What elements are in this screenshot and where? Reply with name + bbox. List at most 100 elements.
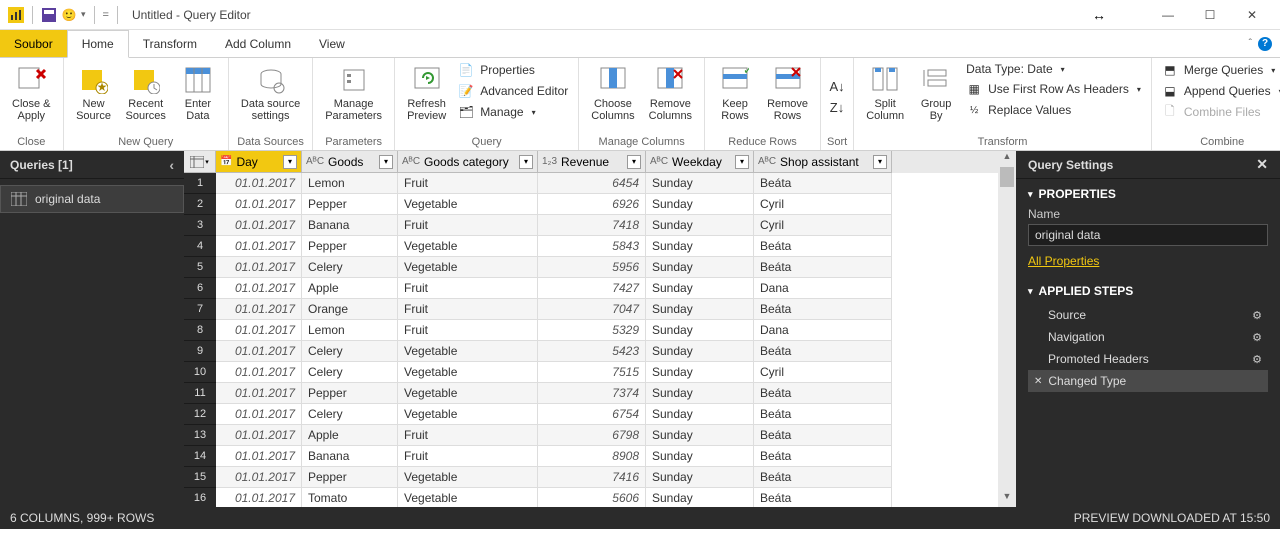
close-window-button[interactable]: ✕ — [1232, 1, 1272, 29]
cell[interactable]: Celery — [302, 404, 398, 425]
row-number[interactable]: 11 — [184, 383, 216, 404]
cell[interactable]: 01.01.2017 — [216, 320, 302, 341]
cell[interactable]: 01.01.2017 — [216, 362, 302, 383]
first-row-headers-button[interactable]: ▦Use First Row As Headers▾ — [962, 79, 1145, 99]
row-number[interactable]: 5 — [184, 257, 216, 278]
table-row[interactable]: 1401.01.2017BananaFruit8908SundayBeáta — [184, 446, 998, 467]
cell[interactable]: Sunday — [646, 278, 754, 299]
table-row[interactable]: 501.01.2017CeleryVegetable5956SundayBeát… — [184, 257, 998, 278]
remove-rows-button[interactable]: Remove Rows — [761, 60, 814, 134]
cell[interactable]: 01.01.2017 — [216, 278, 302, 299]
applied-step[interactable]: Promoted Headers⚙ — [1028, 348, 1268, 370]
ribbon-toggle-icon[interactable]: ˆ — [1249, 38, 1252, 49]
column-header-revenue[interactable]: 1₂3Revenue▾ — [538, 151, 646, 173]
cell[interactable]: 5956 — [538, 257, 646, 278]
properties-section-title[interactable]: ▾PROPERTIES — [1028, 187, 1268, 201]
cell[interactable]: 01.01.2017 — [216, 488, 302, 507]
cell[interactable]: Vegetable — [398, 488, 538, 507]
cell[interactable]: Sunday — [646, 215, 754, 236]
cell[interactable]: 01.01.2017 — [216, 446, 302, 467]
cell[interactable]: Beáta — [754, 257, 892, 278]
cell[interactable]: 01.01.2017 — [216, 341, 302, 362]
row-number[interactable]: 2 — [184, 194, 216, 215]
query-name-input[interactable] — [1028, 224, 1268, 246]
cell[interactable]: Banana — [302, 215, 398, 236]
cell[interactable]: Dana — [754, 320, 892, 341]
enter-data-button[interactable]: Enter Data — [174, 60, 222, 134]
row-number[interactable]: 15 — [184, 467, 216, 488]
cell[interactable]: Fruit — [398, 299, 538, 320]
cell[interactable]: Sunday — [646, 341, 754, 362]
table-row[interactable]: 1001.01.2017CeleryVegetable7515SundayCyr… — [184, 362, 998, 383]
cell[interactable]: 8908 — [538, 446, 646, 467]
cell[interactable]: Beáta — [754, 425, 892, 446]
collapse-queries-icon[interactable]: ‹ — [169, 157, 174, 173]
column-header-goods[interactable]: AᴮCGoods▾ — [302, 151, 398, 173]
cell[interactable]: 6754 — [538, 404, 646, 425]
table-row[interactable]: 801.01.2017LemonFruit5329SundayDana — [184, 320, 998, 341]
cell[interactable]: Apple — [302, 425, 398, 446]
gear-icon[interactable]: ⚙ — [1252, 331, 1262, 344]
cell[interactable]: Sunday — [646, 194, 754, 215]
table-row[interactable]: 1201.01.2017CeleryVegetable6754SundayBeá… — [184, 404, 998, 425]
cell[interactable]: 5329 — [538, 320, 646, 341]
cell[interactable]: Celery — [302, 257, 398, 278]
cell[interactable]: 5606 — [538, 488, 646, 507]
cell[interactable]: Vegetable — [398, 383, 538, 404]
cell[interactable]: Beáta — [754, 446, 892, 467]
menu-home[interactable]: Home — [67, 30, 129, 58]
table-row[interactable]: 1501.01.2017PepperVegetable7416SundayBeá… — [184, 467, 998, 488]
all-properties-link[interactable]: All Properties — [1028, 254, 1099, 268]
cell[interactable]: Pepper — [302, 236, 398, 257]
grid-rows[interactable]: 101.01.2017LemonFruit6454SundayBeáta201.… — [184, 173, 998, 507]
cell[interactable]: Sunday — [646, 236, 754, 257]
minimize-button[interactable]: — — [1148, 1, 1188, 29]
cell[interactable]: Cyril — [754, 215, 892, 236]
table-row[interactable]: 1101.01.2017PepperVegetable7374SundayBeá… — [184, 383, 998, 404]
row-number[interactable]: 16 — [184, 488, 216, 507]
append-queries-button[interactable]: ⬓Append Queries▾ — [1158, 81, 1280, 101]
cell[interactable]: Banana — [302, 446, 398, 467]
manage-button[interactable]: 🗂Manage▾ — [454, 102, 572, 122]
new-source-button[interactable]: ★New Source — [70, 60, 118, 134]
row-number[interactable]: 3 — [184, 215, 216, 236]
recent-sources-button[interactable]: Recent Sources — [120, 60, 172, 134]
gear-icon[interactable]: ⚙ — [1252, 309, 1262, 322]
table-row[interactable]: 601.01.2017AppleFruit7427SundayDana — [184, 278, 998, 299]
cell[interactable]: 01.01.2017 — [216, 404, 302, 425]
advanced-editor-button[interactable]: 📝Advanced Editor — [454, 81, 572, 101]
cell[interactable]: 01.01.2017 — [216, 215, 302, 236]
table-row[interactable]: 301.01.2017BananaFruit7418SundayCyril — [184, 215, 998, 236]
replace-values-button[interactable]: ½Replace Values — [962, 100, 1145, 120]
maximize-button[interactable]: ☐ — [1190, 1, 1230, 29]
cell[interactable]: Fruit — [398, 278, 538, 299]
cell[interactable]: Sunday — [646, 257, 754, 278]
refresh-preview-button[interactable]: Refresh Preview — [401, 60, 452, 134]
cell[interactable]: Beáta — [754, 341, 892, 362]
menu-addcolumn[interactable]: Add Column — [211, 30, 305, 57]
help-icon[interactable]: ? — [1258, 37, 1272, 51]
cell[interactable]: 7416 — [538, 467, 646, 488]
query-item[interactable]: original data — [0, 185, 184, 213]
cell[interactable]: Fruit — [398, 425, 538, 446]
cell[interactable]: Sunday — [646, 320, 754, 341]
cell[interactable]: Sunday — [646, 383, 754, 404]
row-number[interactable]: 7 — [184, 299, 216, 320]
cell[interactable]: Sunday — [646, 173, 754, 194]
column-header-day[interactable]: 📅Day▾ — [216, 151, 302, 173]
cell[interactable]: Vegetable — [398, 194, 538, 215]
cell[interactable]: Fruit — [398, 173, 538, 194]
cell[interactable]: Sunday — [646, 467, 754, 488]
cell[interactable]: 6798 — [538, 425, 646, 446]
cell[interactable]: Vegetable — [398, 236, 538, 257]
cell[interactable]: Dana — [754, 278, 892, 299]
applied-step[interactable]: Source⚙ — [1028, 304, 1268, 326]
cell[interactable]: Vegetable — [398, 467, 538, 488]
cell[interactable]: Sunday — [646, 299, 754, 320]
row-number[interactable]: 14 — [184, 446, 216, 467]
cell[interactable]: Orange — [302, 299, 398, 320]
cell[interactable]: Sunday — [646, 362, 754, 383]
cell[interactable]: 7427 — [538, 278, 646, 299]
cell[interactable]: 01.01.2017 — [216, 257, 302, 278]
choose-columns-button[interactable]: Choose Columns — [585, 60, 640, 134]
